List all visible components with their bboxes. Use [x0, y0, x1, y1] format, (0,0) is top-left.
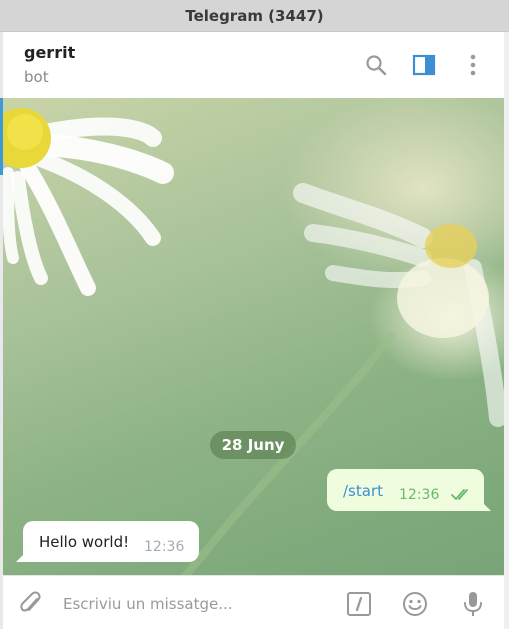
message-list[interactable]: 28 Juny /start 12:36 Hello world! 12:36 [3, 98, 504, 575]
sidebar-toggle-icon [412, 54, 436, 76]
double-check-icon [451, 489, 468, 500]
chat-window: gerrit bot 28 Juny /start 12:36 Hello wo… [3, 32, 504, 629]
emoji-button[interactable] [401, 590, 429, 618]
more-menu-button[interactable] [461, 52, 485, 78]
message-composer [3, 575, 504, 629]
attach-icon [20, 591, 41, 612]
chat-status: bot [24, 68, 49, 86]
message-text-link[interactable]: /start [343, 482, 383, 500]
message-time: 12:36 [399, 487, 440, 503]
message-text: Hello world! [39, 533, 130, 551]
bot-commands-button[interactable] [345, 590, 373, 618]
chat-title[interactable]: gerrit [24, 43, 75, 62]
window-edge [504, 32, 509, 629]
outgoing-message[interactable]: /start 12:36 [327, 469, 484, 511]
voice-record-button[interactable] [459, 590, 487, 618]
emoji-icon [403, 592, 427, 616]
sidebar-toggle-button[interactable] [411, 52, 437, 78]
bubble-tail [16, 553, 25, 562]
window-titlebar: Telegram (3447) [0, 0, 509, 32]
message-time: 12:36 [144, 539, 185, 555]
incoming-message[interactable]: Hello world! 12:36 [23, 521, 199, 562]
more-vertical-icon [470, 54, 476, 76]
bot-commands-icon [347, 592, 371, 616]
message-input[interactable] [61, 588, 335, 620]
attach-button[interactable] [17, 590, 45, 618]
date-separator: 28 Juny [210, 431, 296, 459]
bubble-tail [482, 502, 491, 511]
chat-header: gerrit bot [3, 32, 504, 99]
window-title: Telegram (3447) [185, 6, 324, 25]
search-icon [366, 55, 387, 76]
microphone-icon [464, 592, 482, 616]
search-button[interactable] [363, 52, 389, 78]
